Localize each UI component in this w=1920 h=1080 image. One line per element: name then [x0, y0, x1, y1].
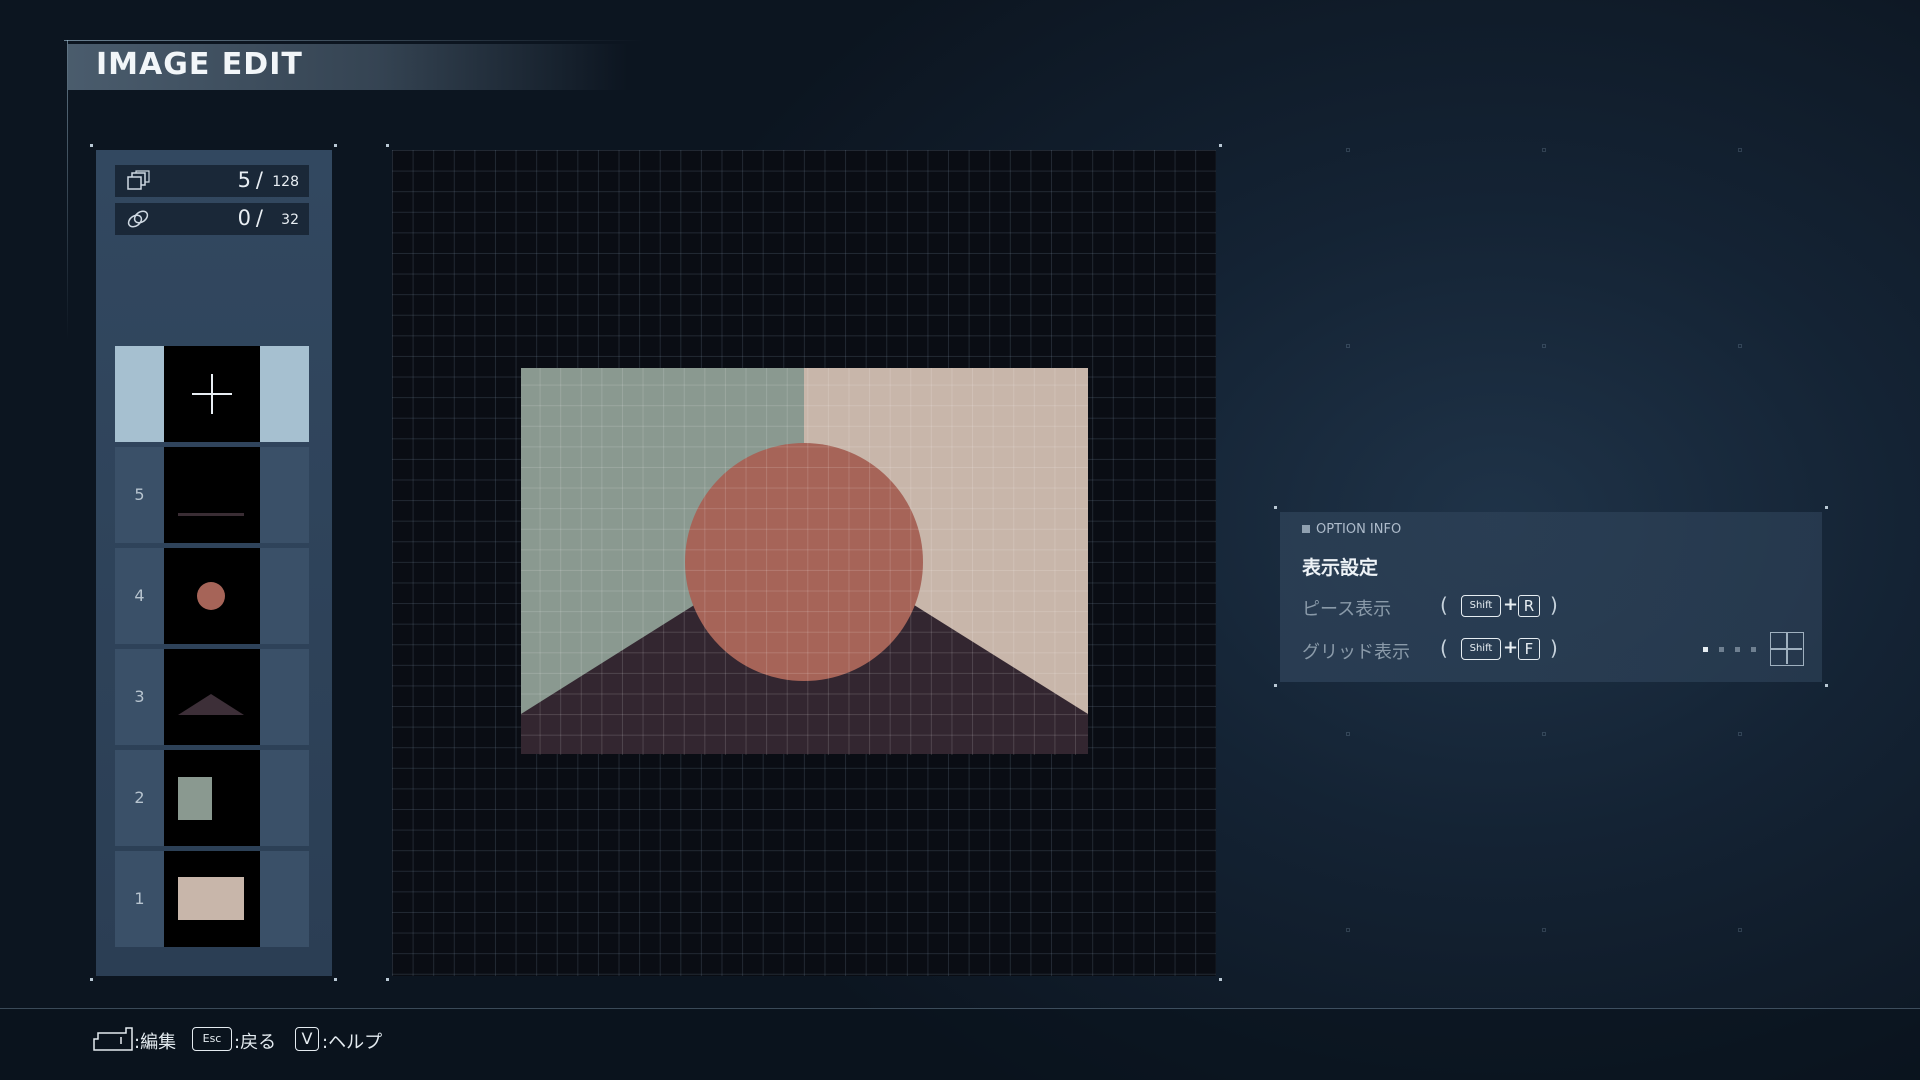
- artwork-grid-overlay: [521, 368, 1088, 755]
- link-count-separator: /: [255, 206, 263, 230]
- edit-hint-label: :編集: [134, 1032, 177, 1053]
- grid-display-label: グリッド表示: [1302, 642, 1410, 663]
- back-hint-label: :戻る: [234, 1032, 277, 1053]
- key-plus: +: [1503, 637, 1519, 658]
- layer-row[interactable]: 4: [115, 548, 309, 644]
- bottom-hint-bar: [0, 1009, 1920, 1080]
- piece-count-max: 128: [272, 174, 299, 190]
- square-icon: [1302, 525, 1310, 533]
- corner-tick: [1219, 144, 1222, 147]
- layer-row[interactable]: 5: [115, 447, 309, 543]
- hud-marker: [1346, 928, 1350, 932]
- corner-tick: [334, 978, 337, 981]
- v-key: V: [295, 1027, 319, 1051]
- pieces-icon: [127, 170, 150, 190]
- paren-close: ): [1550, 593, 1558, 617]
- grid-level-dot[interactable]: [1719, 647, 1724, 652]
- corner-tick: [1825, 684, 1828, 687]
- plus-icon: [192, 374, 232, 414]
- piece-display-label: ピース表示: [1302, 599, 1392, 620]
- hud-marker: [1346, 732, 1350, 736]
- corner-tick: [90, 978, 93, 981]
- layer-number: 2: [134, 788, 145, 807]
- layer-thumb-small-rectangle: [164, 750, 260, 846]
- corner-tick: [386, 144, 389, 147]
- piece-count-separator: /: [255, 168, 263, 192]
- hud-marker: [1542, 928, 1546, 932]
- hud-marker: [1542, 148, 1546, 152]
- title-frame-top: [64, 40, 644, 41]
- layer-number: 1: [134, 889, 145, 908]
- enter-key-icon: [93, 1027, 133, 1051]
- corner-tick: [90, 144, 93, 147]
- layer-number: 5: [134, 485, 145, 504]
- grid-level-dot[interactable]: [1735, 647, 1740, 652]
- link-count: 0: [237, 206, 251, 230]
- corner-tick: [1219, 978, 1222, 981]
- layer-number: 3: [134, 687, 145, 706]
- option-info-title: 表示設定: [1302, 557, 1379, 579]
- hud-marker: [1738, 344, 1742, 348]
- shift-key: Shift: [1461, 595, 1501, 617]
- esc-key: Esc: [192, 1027, 232, 1051]
- hud-marker: [1738, 148, 1742, 152]
- layer-row[interactable]: 1: [115, 851, 309, 947]
- link-icon: [127, 210, 149, 228]
- help-hint-label: :ヘルプ: [322, 1032, 383, 1053]
- add-layer-button[interactable]: [115, 346, 309, 442]
- hud-marker: [1542, 344, 1546, 348]
- corner-tick: [1825, 506, 1828, 509]
- grid-level-dot-active[interactable]: [1703, 647, 1708, 652]
- layer-row[interactable]: 3: [115, 649, 309, 745]
- add-layer-thumb: [164, 346, 260, 442]
- corner-tick: [1274, 684, 1277, 687]
- corner-tick: [334, 144, 337, 147]
- hud-marker: [1346, 344, 1350, 348]
- corner-tick: [386, 978, 389, 981]
- r-key: R: [1518, 595, 1540, 617]
- f-key: F: [1518, 638, 1540, 660]
- paren-open: (: [1440, 636, 1448, 660]
- layer-row[interactable]: 2: [115, 750, 309, 846]
- link-count-max: 32: [281, 212, 299, 228]
- grid-level-dot[interactable]: [1751, 647, 1756, 652]
- grid-icon[interactable]: [1770, 632, 1804, 666]
- shift-key: Shift: [1461, 638, 1501, 660]
- paren-close: ): [1550, 636, 1558, 660]
- corner-tick: [1274, 506, 1277, 509]
- hud-marker: [1542, 732, 1546, 736]
- piece-counter: 5 / 128: [115, 165, 309, 197]
- layer-number: 4: [134, 586, 145, 605]
- layer-thumb-line: [164, 447, 260, 543]
- hud-marker: [1738, 732, 1742, 736]
- paren-open: (: [1440, 593, 1448, 617]
- page-title: IMAGE EDIT: [96, 47, 303, 82]
- hud-marker: [1738, 928, 1742, 932]
- layer-thumb-triangle: [164, 649, 260, 745]
- hud-marker: [1346, 148, 1350, 152]
- option-info-header: OPTION INFO: [1316, 522, 1402, 537]
- layer-thumb-rectangle: [164, 851, 260, 947]
- link-counter: 0 / 32: [115, 203, 309, 235]
- key-plus: +: [1503, 594, 1519, 615]
- layer-thumb-circle: [164, 548, 260, 644]
- piece-count: 5: [237, 168, 251, 192]
